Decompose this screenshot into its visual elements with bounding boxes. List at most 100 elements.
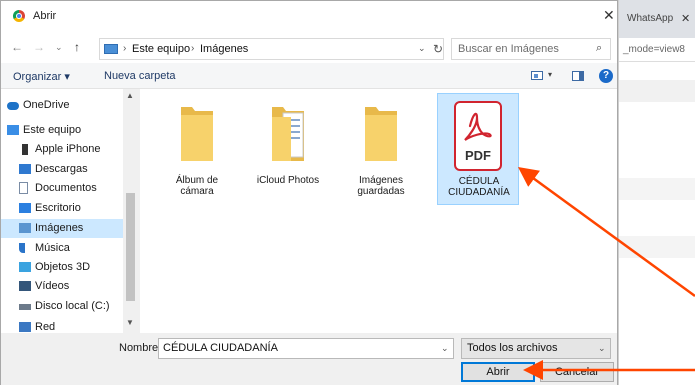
file-list-area: Álbum de cámara iCloud Photos Imágenes g… (140, 89, 617, 333)
file-label-line: CÉDULA (458, 176, 500, 187)
file-item-icloud-photos[interactable]: iCloud Photos (247, 93, 329, 205)
navigation-bar: ← → ⌄ ↑ › Este equipo › Imágenes ⌄ ↻ Bus… (1, 31, 617, 63)
folder-icon (181, 107, 213, 161)
file-name-value: CÉDULA CIUDADANÍA (163, 342, 278, 354)
sidebar-item-documentos[interactable]: Documentos (1, 179, 123, 198)
navigation-scrollbar[interactable]: ▲ ▼ (123, 89, 138, 333)
file-label-line: iCloud Photos (256, 175, 320, 186)
sidebar-item-musica[interactable]: Música (1, 239, 123, 258)
browser-content-row (619, 80, 695, 102)
search-icon[interactable]: ⌕ (596, 42, 602, 55)
browser-tab-label: WhatsApp (627, 13, 674, 24)
file-type-filter-select[interactable]: Todos los archivos ⌄ (461, 338, 611, 359)
recent-locations-icon[interactable]: ⌄ (55, 42, 63, 53)
browser-tab[interactable]: WhatsApp ✕ (619, 0, 695, 38)
refresh-icon[interactable]: ↻ (433, 42, 443, 56)
desktop-icon (19, 203, 31, 213)
organize-menu-button[interactable]: Organizar ▾ (13, 70, 70, 83)
command-toolbar: Organizar ▾ Nueva carpeta ▾ ? (1, 63, 617, 89)
sidebar-item-label: Vídeos (35, 280, 70, 292)
sidebar-item-label: Objetos 3D (35, 261, 91, 273)
up-arrow-icon[interactable]: ↑ (74, 40, 80, 54)
sidebar-item-label: Este equipo (23, 124, 82, 136)
breadcrumb-imagenes[interactable]: Imágenes (200, 43, 248, 55)
phone-icon (22, 144, 28, 155)
cloud-icon (7, 102, 19, 110)
sidebar-item-disco-local-c[interactable]: Disco local (C:) (1, 297, 123, 316)
scrollbar-thumb[interactable] (126, 193, 135, 301)
sidebar-item-escritorio[interactable]: Escritorio (1, 199, 123, 218)
open-button[interactable]: Abrir (461, 362, 535, 382)
change-view-icon[interactable] (531, 71, 543, 80)
documents-icon (19, 182, 28, 194)
pdf-file-icon: PDF (454, 101, 502, 171)
forward-arrow-icon[interactable]: → (33, 40, 45, 54)
file-item-album-de-camara[interactable]: Álbum de cámara (156, 93, 238, 205)
sidebar-item-imagenes[interactable]: Imágenes (1, 219, 123, 238)
search-box[interactable]: Buscar en Imágenes ⌕ (451, 38, 611, 60)
sidebar-item-label: Música (35, 242, 70, 254)
computer-icon (7, 125, 19, 135)
close-icon[interactable]: ✕ (603, 7, 615, 24)
file-label-line: CIUDADANÍA (448, 187, 510, 198)
dialog-titlebar: Abrir ✕ (1, 1, 617, 31)
file-item-imagenes-guardadas[interactable]: Imágenes guardadas (340, 93, 422, 205)
view-options-dropdown-icon[interactable]: ▾ (548, 70, 552, 79)
sidebar-item-label: Imágenes (35, 222, 84, 234)
sidebar-item-label: Disco local (C:) (35, 300, 110, 312)
browser-url-text: _mode=view8 (623, 44, 685, 55)
folder-with-documents-icon (272, 107, 304, 161)
back-arrow-icon[interactable]: ← (11, 40, 23, 54)
sidebar-item-label: Red (35, 321, 56, 333)
drive-icon (19, 304, 31, 310)
sidebar-item-este-equipo[interactable]: Este equipo (1, 121, 123, 140)
file-label-line: cámara (180, 186, 214, 197)
download-icon (19, 164, 31, 174)
help-icon[interactable]: ? (599, 69, 613, 83)
sidebar-item-descargas[interactable]: Descargas (1, 160, 123, 179)
file-name-dropdown-icon[interactable]: ⌄ (441, 343, 449, 354)
sidebar-item-label: Descargas (35, 163, 88, 175)
file-name-label: Nombre: (119, 342, 162, 354)
breadcrumb-separator: › (191, 43, 195, 54)
browser-content-row (619, 178, 695, 200)
preview-pane-icon[interactable] (572, 71, 584, 81)
navigation-pane: OneDrive Este equipo Apple iPhone Descargas… (1, 89, 138, 333)
background-browser-window: WhatsApp ✕ _mode=view8 (618, 0, 695, 385)
file-type-filter-value: Todos los archivos (467, 342, 558, 354)
folder-icon (365, 107, 397, 161)
browser-url-bar[interactable]: _mode=view8 (619, 38, 695, 62)
videos-icon (19, 281, 31, 291)
cancel-button[interactable]: Cancelar (540, 362, 614, 382)
open-file-dialog: Abrir ✕ ← → ⌄ ↑ › Este equipo › Imágenes… (0, 0, 618, 385)
sidebar-item-objetos-3d[interactable]: Objetos 3D (1, 258, 123, 277)
network-icon (19, 322, 31, 332)
scroll-up-icon[interactable]: ▲ (126, 91, 134, 100)
file-name-input[interactable]: CÉDULA CIUDADANÍA ⌄ (158, 338, 454, 359)
sidebar-item-red[interactable]: Red (1, 318, 123, 333)
sidebar-item-apple-iphone[interactable]: Apple iPhone (1, 140, 123, 159)
sidebar-item-label: Documentos (35, 182, 97, 194)
pictures-icon (19, 223, 31, 233)
address-bar[interactable]: › Este equipo › Imágenes ⌄ ↻ (99, 38, 444, 60)
music-icon (19, 243, 25, 253)
pictures-location-icon (104, 44, 118, 54)
browser-content-row (619, 236, 695, 258)
file-label-line: Álbum de (175, 175, 219, 186)
breadcrumb-este-equipo[interactable]: Este equipo (132, 43, 190, 55)
breadcrumb-separator: › (123, 43, 127, 54)
sidebar-item-onedrive[interactable]: OneDrive (1, 96, 123, 115)
file-item-cedula-ciudadania[interactable]: PDF CÉDULA CIUDADANÍA (437, 93, 519, 205)
objects-3d-icon (19, 262, 31, 272)
address-dropdown-icon[interactable]: ⌄ (418, 43, 426, 54)
pdf-badge: PDF (465, 148, 491, 163)
sidebar-item-videos[interactable]: Vídeos (1, 277, 123, 296)
dialog-bottom-bar: Nombre: CÉDULA CIUDADANÍA ⌄ Todos los ar… (1, 333, 617, 385)
file-type-dropdown-icon[interactable]: ⌄ (598, 343, 606, 354)
file-label-line: Imágenes (359, 175, 403, 186)
browser-tab-close-icon[interactable]: ✕ (681, 12, 690, 25)
sidebar-item-label: Escritorio (35, 202, 81, 214)
dialog-title: Abrir (33, 10, 57, 22)
scroll-down-icon[interactable]: ▼ (126, 318, 134, 327)
new-folder-button[interactable]: Nueva carpeta (104, 70, 176, 82)
